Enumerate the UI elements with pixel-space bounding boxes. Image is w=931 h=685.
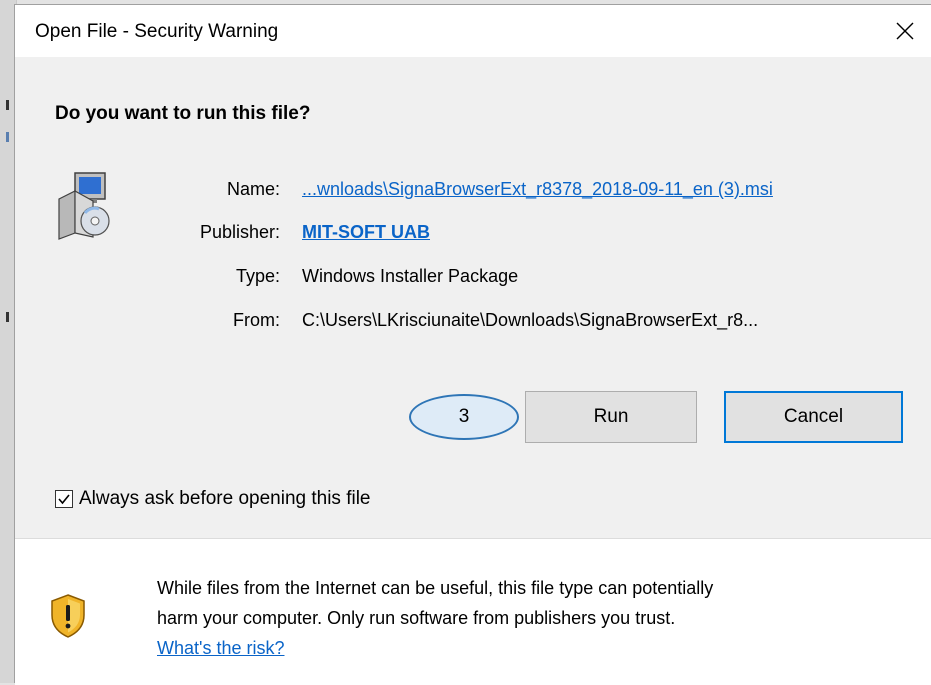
shield-warning-icon xyxy=(51,594,85,638)
dialog-question: Do you want to run this file? xyxy=(55,103,311,124)
file-name-link[interactable]: ...wnloads\SignaBrowserExt_r8378_2018-09… xyxy=(302,179,773,200)
warning-line-2: harm your computer. Only run software fr… xyxy=(157,608,676,628)
warning-text: While files from the Internet can be use… xyxy=(157,573,917,663)
step-annotation: 3 xyxy=(409,394,519,440)
cancel-button[interactable]: Cancel xyxy=(724,391,903,443)
background-mark xyxy=(6,312,9,322)
name-label: Name: xyxy=(226,179,280,199)
whats-the-risk-link[interactable]: What's the risk? xyxy=(157,638,284,658)
file-source-value: C:\Users\LKrisciunaite\Downloads\SignaBr… xyxy=(302,310,759,330)
dialog-title: Open File - Security Warning xyxy=(35,21,279,42)
warning-line-1: While files from the Internet can be use… xyxy=(157,578,714,598)
publisher-row: Publisher: xyxy=(175,222,280,248)
from-label: From: xyxy=(233,310,280,330)
checkmark-icon xyxy=(58,494,70,505)
background-mark xyxy=(6,100,9,110)
background-mark xyxy=(6,132,9,142)
publisher-link[interactable]: MIT-SOFT UAB xyxy=(302,222,430,243)
name-row: Name: xyxy=(175,179,280,205)
always-ask-option[interactable]: Always ask before opening this file xyxy=(55,486,371,512)
run-button[interactable]: Run xyxy=(525,391,697,443)
type-label: Type: xyxy=(235,266,280,286)
from-row: From: xyxy=(175,310,280,336)
publisher-label: Publisher: xyxy=(199,222,280,242)
security-warning-dialog: Open File - Security Warning Do you want… xyxy=(14,4,931,685)
title-bar: Open File - Security Warning xyxy=(15,5,931,57)
file-type-value: Windows Installer Package xyxy=(302,266,519,286)
close-icon xyxy=(896,22,914,40)
installer-package-icon xyxy=(58,172,110,240)
close-button[interactable] xyxy=(879,5,931,57)
type-row: Type: xyxy=(175,266,280,292)
warning-panel: While files from the Internet can be use… xyxy=(15,538,931,685)
always-ask-label: Always ask before opening this file xyxy=(79,488,371,509)
always-ask-checkbox[interactable] xyxy=(55,490,73,508)
